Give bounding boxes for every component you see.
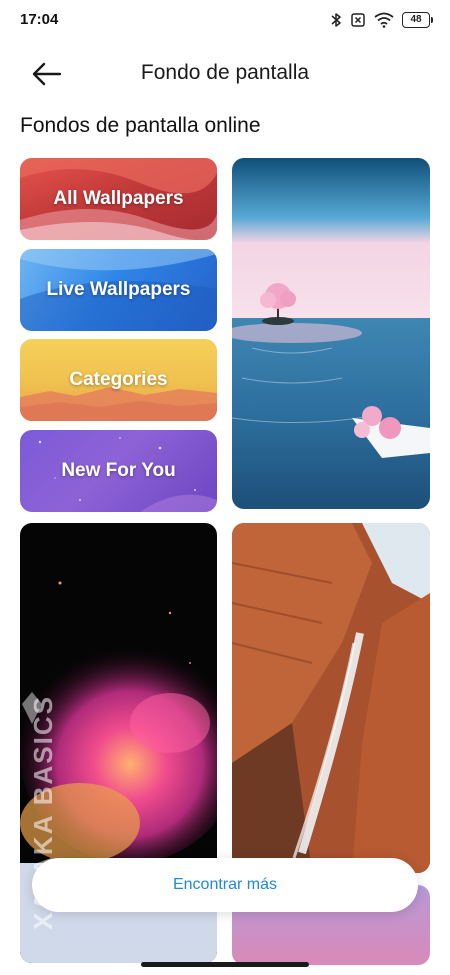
find-more-button[interactable]: Encontrar más [32, 858, 418, 912]
tile-label: Categories [69, 369, 168, 390]
status-bar: 17:04 48 [0, 0, 450, 40]
new-for-you-tile[interactable]: New For You [20, 430, 217, 512]
tile-label: New For You [61, 460, 176, 481]
battery-icon: 48 [402, 12, 433, 28]
tile-label: All Wallpapers [53, 188, 184, 209]
sim-none-icon [350, 12, 366, 28]
status-time: 17:04 [20, 11, 59, 28]
header: Fondo de pantalla [0, 52, 450, 96]
section-title: Fondos de pantalla online [20, 114, 261, 137]
tile-label: Live Wallpapers [46, 279, 191, 300]
categories-tile[interactable]: Categories [20, 339, 217, 421]
live-wallpapers-tile[interactable]: Live Wallpapers [20, 249, 217, 331]
home-indicator[interactable] [141, 962, 309, 967]
all-wallpapers-tile[interactable]: All Wallpapers [20, 158, 217, 240]
wifi-icon [374, 12, 394, 28]
page-title: Fondo de pantalla [140, 61, 310, 84]
lake-tree-wallpaper[interactable] [232, 158, 430, 509]
status-icons: 48 [330, 10, 433, 30]
canyon-waterfall-wallpaper[interactable] [232, 523, 430, 873]
bluetooth-icon [330, 12, 342, 28]
watermark-text: XATAKA BASICS [28, 695, 58, 930]
